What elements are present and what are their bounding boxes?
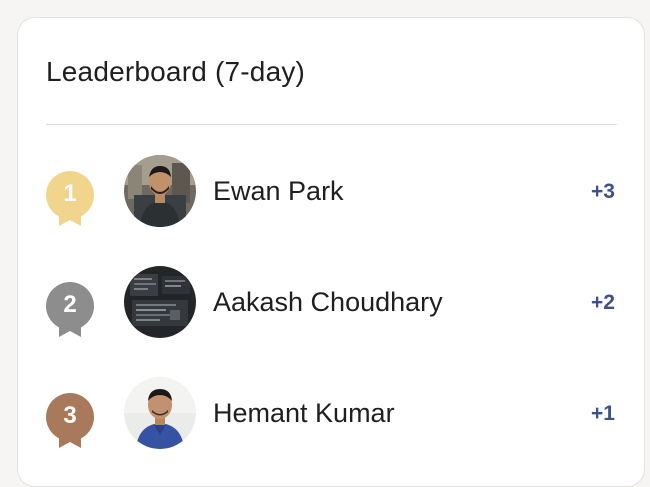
leaderboard-row[interactable]: 1 Ewan Park +3: [18, 154, 644, 234]
leaderboard-row[interactable]: 3 Hemant Kumar +1: [18, 376, 644, 456]
rank-number: 2: [63, 291, 77, 318]
avatar[interactable]: [124, 266, 196, 338]
rank-number: 3: [63, 402, 77, 429]
gold-medal-icon: 1: [46, 171, 94, 227]
bronze-medal-icon: 3: [46, 393, 94, 449]
user-name[interactable]: Aakash Choudhary: [213, 285, 443, 319]
avatar[interactable]: [124, 155, 196, 227]
rank-number: 1: [63, 180, 77, 207]
score-delta: +3: [591, 180, 615, 203]
leaderboard-title: Leaderboard (7-day): [46, 56, 306, 87]
score-delta: +1: [591, 402, 615, 425]
score-delta: +2: [591, 291, 615, 314]
avatar[interactable]: [124, 377, 196, 449]
user-name[interactable]: Hemant Kumar: [213, 396, 395, 430]
leaderboard-card: Leaderboard (7-day) 1 Ewan Park +3 2 Aak…: [17, 17, 645, 487]
silver-medal-icon: 2: [46, 282, 94, 338]
user-name[interactable]: Ewan Park: [213, 174, 344, 208]
leaderboard-row[interactable]: 2 Aakash Choudhary +2: [18, 265, 644, 345]
title-divider: [46, 124, 617, 125]
